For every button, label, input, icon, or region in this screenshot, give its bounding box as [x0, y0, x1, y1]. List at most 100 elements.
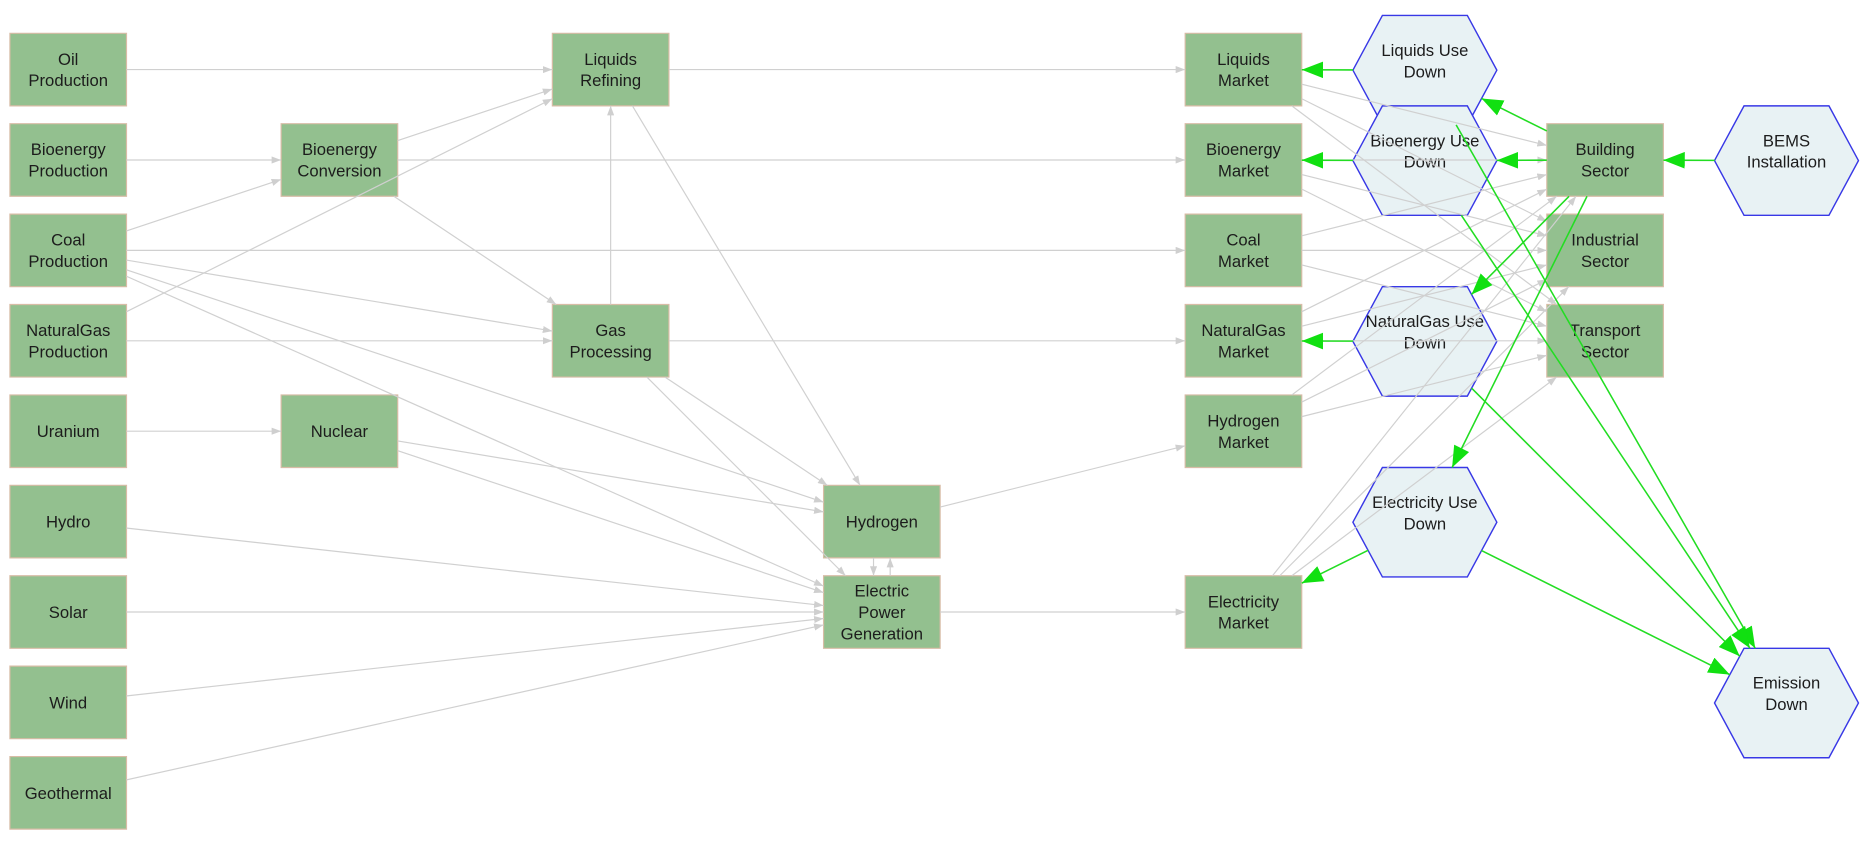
edge-wind-to-elec-gen — [126, 615, 824, 697]
node-label: Nuclear — [311, 422, 369, 441]
node-coal-market[interactable]: Coal Market — [1184, 213, 1303, 288]
edge-hydrogen-to-h2-market — [939, 444, 1186, 508]
node-label-line: Down — [1404, 153, 1447, 172]
node-label-line: Power — [858, 603, 906, 622]
node-hydrogen[interactable]: Hydrogen — [822, 484, 941, 559]
box-shape — [1184, 575, 1303, 649]
node-label-line: Market — [1218, 342, 1269, 361]
box-shape — [9, 123, 128, 197]
node-label-line: Down — [1404, 514, 1447, 533]
node-label-line: Down — [1404, 62, 1447, 81]
box-shape — [1184, 394, 1303, 469]
node-label-line: Industrial — [1571, 231, 1639, 250]
edge-coal-prod-to-gas-proc — [126, 259, 553, 334]
node-label-line: Production — [28, 252, 108, 271]
node-emission[interactable]: Emission Down — [1713, 647, 1860, 759]
node-label-line: Hydrogen — [846, 513, 918, 532]
node-label-line: Liquids — [584, 50, 637, 69]
node-label-line: Electricity Use — [1372, 493, 1477, 512]
node-bems[interactable]: BEMS Installation — [1713, 105, 1860, 217]
energy-system-diagram: Oil Production Bioenergy Production Coal Prod… — [9, 14, 1860, 830]
node-coal-prod[interactable]: Coal Production — [9, 213, 128, 288]
node-label-line: Installation — [1747, 153, 1827, 172]
node-label-line: Market — [1218, 433, 1269, 452]
node-label-line: Uranium — [37, 422, 100, 441]
node-label-line: Building — [1575, 140, 1634, 159]
node-label-line: Coal — [51, 231, 85, 250]
node-geothermal[interactable]: Geothermal — [9, 755, 128, 830]
edge-liq-use-to-emission — [1455, 124, 1756, 649]
node-label-line: Oil — [58, 50, 78, 69]
edge-liq-ref-to-hydrogen — [631, 105, 861, 486]
node-hydro[interactable]: Hydro — [9, 484, 128, 559]
node-h2-market[interactable]: Hydrogen Market — [1184, 394, 1303, 469]
node-solar[interactable]: Solar — [9, 575, 128, 649]
node-industrial[interactable]: Industrial Sector — [1546, 213, 1664, 288]
box-shape — [1184, 123, 1303, 197]
node-label-line: Market — [1218, 252, 1269, 271]
node-label-line: Sector — [1581, 252, 1630, 271]
node-elec-gen[interactable]: Electric Power Generation — [822, 575, 941, 649]
node-liq-ref[interactable]: Liquids Refining — [551, 32, 670, 107]
edge-bio-conv-to-liq-ref — [397, 88, 553, 142]
node-label-line: Market — [1218, 162, 1269, 181]
node-label-line: Hydro — [46, 513, 90, 532]
node-label: Geothermal — [25, 784, 112, 803]
node-elec-market[interactable]: Electricity Market — [1184, 575, 1303, 649]
node-label-line: Down — [1765, 695, 1808, 714]
node-label-line: Solar — [49, 603, 88, 622]
node-label: Wind — [49, 693, 87, 712]
node-label-line: Sector — [1581, 162, 1630, 181]
node-uranium[interactable]: Uranium — [9, 394, 128, 469]
node-label-line: NaturalGas — [26, 321, 110, 340]
node-label-line: Market — [1218, 71, 1269, 90]
edge-gas-proc-to-elec-gen — [646, 376, 846, 577]
box-shape — [9, 213, 128, 288]
node-elec-use[interactable]: Electricity Use Down — [1352, 466, 1498, 578]
nodes-layer: Oil Production Bioenergy Production Coal Prod… — [9, 14, 1860, 830]
node-label-line: Coal — [1226, 231, 1260, 250]
node-label-line: NaturalGas — [1201, 321, 1285, 340]
node-label-line: Conversion — [297, 162, 381, 181]
node-label: Solar — [49, 603, 88, 622]
node-oil-prod[interactable]: Oil Production — [9, 32, 128, 107]
node-label-line: Refining — [580, 71, 641, 90]
node-bio-prod[interactable]: Bioenergy Production — [9, 123, 128, 197]
box-shape — [1184, 32, 1303, 107]
box-shape — [1546, 123, 1664, 197]
box-shape — [1184, 213, 1303, 288]
node-ng-prod[interactable]: NaturalGas Production — [9, 303, 128, 378]
box-shape — [9, 303, 128, 378]
box-shape — [1184, 303, 1303, 378]
node-nuclear[interactable]: Nuclear — [280, 394, 399, 469]
box-shape — [551, 32, 670, 107]
node-label-line: Nuclear — [311, 422, 369, 441]
edge-building-to-liq-use — [1481, 97, 1548, 132]
node-label-line: Hydrogen — [1207, 411, 1279, 430]
node-wind[interactable]: Wind — [9, 665, 128, 740]
node-label-line: Production — [28, 162, 108, 181]
node-label-line: NaturalGas Use — [1366, 312, 1484, 331]
node-label: Hydro — [46, 513, 90, 532]
node-label-line: Geothermal — [25, 784, 112, 803]
node-label-line: Wind — [49, 693, 87, 712]
node-label-line: Production — [28, 71, 108, 90]
edge-nuclear-to-hydrogen — [397, 440, 824, 514]
node-label-line: Transport — [1570, 321, 1641, 340]
node-liq-market[interactable]: Liquids Market — [1184, 32, 1303, 107]
node-building[interactable]: Building Sector — [1546, 123, 1664, 197]
node-bio-market[interactable]: Bioenergy Market — [1184, 123, 1303, 197]
node-gas-proc[interactable]: Gas Processing — [551, 303, 670, 378]
node-label-line: Production — [28, 342, 108, 361]
edge-geothermal-to-elec-gen — [126, 623, 824, 781]
node-ng-market[interactable]: NaturalGas Market — [1184, 303, 1303, 378]
node-label-line: Bioenergy — [302, 140, 378, 159]
box-shape — [9, 32, 128, 107]
box-shape — [1546, 213, 1664, 288]
node-label-line: Processing — [569, 342, 651, 361]
node-label-line: Down — [1404, 334, 1447, 353]
edge-nuclear-to-elec-gen — [397, 450, 824, 594]
edge-elec-use-to-emission — [1481, 549, 1731, 676]
edge-coal-prod-to-bio-conv — [126, 178, 282, 232]
edge-coal-prod-to-hydrogen — [126, 269, 824, 503]
